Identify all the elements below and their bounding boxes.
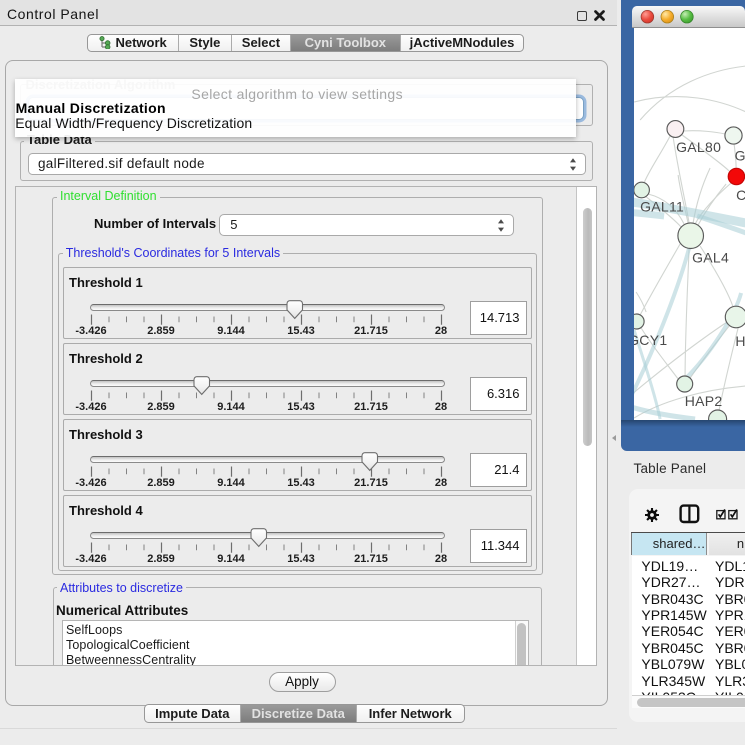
svg-text:H: H	[735, 333, 745, 349]
svg-text:GCY1: GCY1	[634, 332, 667, 348]
svg-text:HAP2: HAP2	[685, 393, 723, 409]
svg-text:C: C	[736, 187, 745, 203]
svg-text:GAL80: GAL80	[676, 139, 721, 155]
svg-text:GAL4: GAL4	[692, 250, 729, 266]
svg-text:GAL11: GAL11	[640, 199, 684, 215]
svg-text:G.: G.	[734, 148, 744, 164]
